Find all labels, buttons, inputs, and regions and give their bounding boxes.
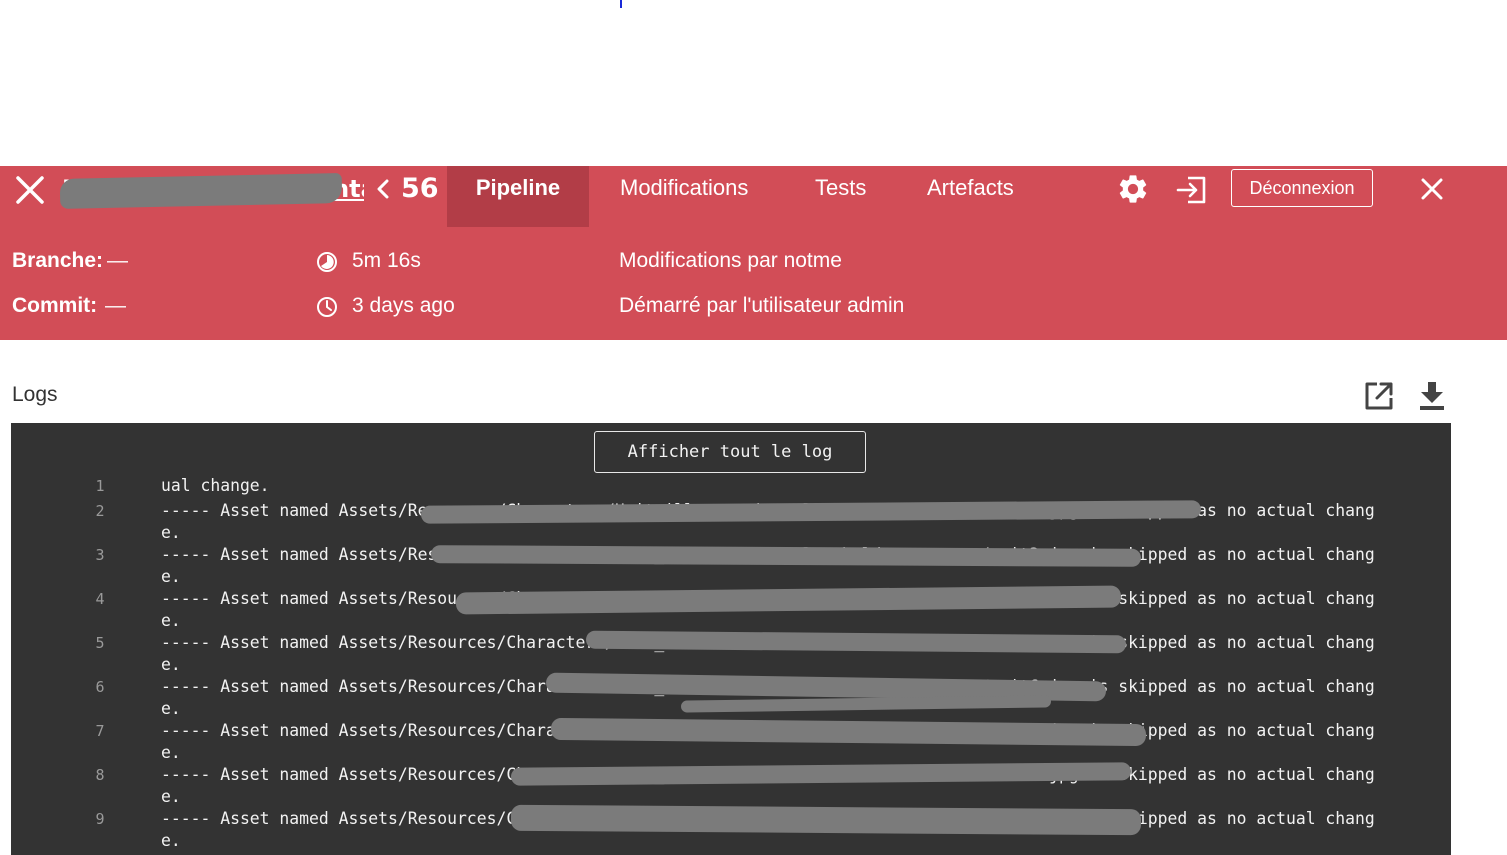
run-number: 56: [401, 173, 439, 204]
duration-icon: [317, 252, 337, 272]
started-by: Démarré par l'utilisateur admin: [619, 294, 905, 317]
duration-value: 5m 16s: [352, 249, 421, 272]
started-time: 3 days ago: [352, 294, 455, 317]
tab-modifications[interactable]: Modifications: [620, 166, 748, 227]
commit-label: Commit:: [12, 294, 98, 317]
line-number: 2: [95, 502, 105, 520]
tab-artefacts[interactable]: Artefacts: [927, 166, 1014, 227]
log-console: Afficher tout le log 1 ual change. 2 ---…: [11, 423, 1451, 855]
close-icon[interactable]: [1420, 177, 1444, 201]
clock-icon: [317, 297, 337, 317]
sign-out-icon[interactable]: [1176, 174, 1208, 206]
line-number: 3: [95, 546, 105, 564]
text-cursor-mark: [620, 0, 622, 8]
line-number: 8: [95, 766, 105, 784]
close-icon[interactable]: [14, 174, 46, 206]
tab-pipeline[interactable]: Pipeline: [447, 166, 589, 227]
line-number: 7: [95, 722, 105, 740]
gear-icon[interactable]: [1116, 172, 1150, 206]
commit-value: —: [105, 294, 126, 317]
download-icon[interactable]: [1418, 380, 1446, 412]
changes-by: Modifications par notme: [619, 249, 842, 272]
redaction-smear: [430, 545, 1142, 567]
line-number: 6: [95, 678, 105, 696]
build-info-panel: [0, 227, 1507, 340]
tab-tests[interactable]: Tests: [815, 166, 866, 227]
line-number: 9: [95, 810, 105, 828]
logout-button[interactable]: Déconnexion: [1231, 169, 1373, 207]
line-number: 5: [95, 634, 105, 652]
chevron-left-icon: [377, 179, 389, 199]
line-number: 4: [95, 590, 105, 608]
line-text: ual change.: [161, 476, 270, 495]
show-full-log-button[interactable]: Afficher tout le log: [594, 431, 866, 473]
redaction-smear: [59, 173, 343, 209]
branch-label: Branche:: [12, 249, 104, 272]
redaction-smear: [510, 804, 1142, 836]
open-external-icon[interactable]: [1363, 380, 1395, 412]
branch-value: —: [107, 249, 128, 272]
logs-heading: Logs: [12, 383, 58, 406]
line-number: 1: [95, 477, 105, 495]
